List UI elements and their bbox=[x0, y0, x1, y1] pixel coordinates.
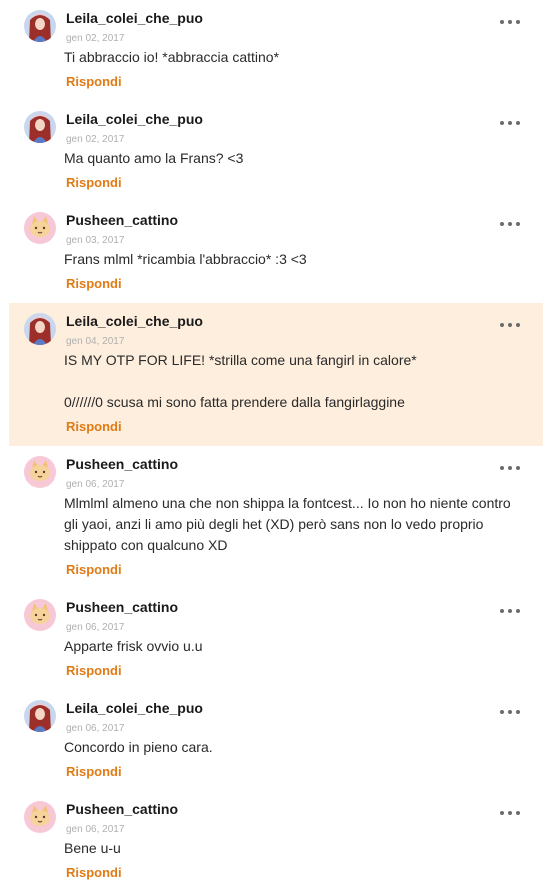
comment-item: Pusheen_cattino gen 03, 2017 Frans mlml … bbox=[9, 202, 543, 303]
comment-item: Pusheen_cattino gen 06, 2017 Apparte fri… bbox=[9, 589, 543, 690]
reply-button[interactable]: Rispondi bbox=[66, 764, 122, 779]
more-options-icon[interactable] bbox=[500, 16, 520, 28]
comment-text: Ma quanto amo la Frans? <3 bbox=[64, 150, 244, 166]
pusheen-avatar-icon bbox=[24, 599, 56, 631]
username[interactable]: Pusheen_cattino bbox=[66, 599, 178, 615]
user-avatar[interactable] bbox=[24, 111, 56, 143]
comment-date: gen 02, 2017 bbox=[66, 134, 125, 145]
comment-text: Ti abbraccio io! *abbraccia cattino* bbox=[64, 49, 280, 65]
more-options-icon[interactable] bbox=[500, 117, 520, 129]
leila-avatar-icon bbox=[24, 700, 56, 732]
user-avatar[interactable] bbox=[24, 456, 56, 488]
comment-item: Leila_colei_che_puo gen 02, 2017 Ma quan… bbox=[9, 101, 543, 202]
reply-button[interactable]: Rispondi bbox=[66, 865, 122, 880]
pusheen-avatar-icon bbox=[24, 456, 56, 488]
username[interactable]: Leila_colei_che_puo bbox=[66, 10, 203, 26]
comment-text: IS MY OTP FOR LIFE! *strilla come una fa… bbox=[64, 352, 417, 410]
reply-button[interactable]: Rispondi bbox=[66, 663, 122, 678]
leila-avatar-icon bbox=[24, 313, 56, 345]
reply-button[interactable]: Rispondi bbox=[66, 276, 122, 291]
reply-button[interactable]: Rispondi bbox=[66, 419, 122, 434]
user-avatar[interactable] bbox=[24, 313, 56, 345]
comment-item: Pusheen_cattino gen 06, 2017 Mlmlml alme… bbox=[9, 446, 543, 589]
comment-item: Leila_colei_che_puo gen 06, 2017 Concord… bbox=[9, 690, 543, 791]
leila-avatar-icon bbox=[24, 111, 56, 143]
user-avatar[interactable] bbox=[24, 599, 56, 631]
comment-item: Leila_colei_che_puo gen 02, 2017 Ti abbr… bbox=[9, 0, 543, 101]
pusheen-avatar-icon bbox=[24, 801, 56, 833]
comment-text: Bene u-u bbox=[64, 840, 121, 856]
comment-item-highlighted: Leila_colei_che_puo gen 04, 2017 IS MY O… bbox=[9, 303, 543, 446]
user-avatar[interactable] bbox=[24, 10, 56, 42]
comment-date: gen 06, 2017 bbox=[66, 622, 125, 633]
comment-date: gen 06, 2017 bbox=[66, 479, 125, 490]
comment-text: Apparte frisk ovvio u.u bbox=[64, 638, 203, 654]
more-options-icon[interactable] bbox=[500, 462, 520, 474]
leila-avatar-icon bbox=[24, 10, 56, 42]
comment-item: Pusheen_cattino gen 06, 2017 Bene u-u Ri… bbox=[9, 791, 543, 892]
more-options-icon[interactable] bbox=[500, 605, 520, 617]
comment-text: Mlmlml almeno una che non shippa la font… bbox=[64, 495, 515, 553]
more-options-icon[interactable] bbox=[500, 807, 520, 819]
username[interactable]: Pusheen_cattino bbox=[66, 801, 178, 817]
comment-text: Frans mlml *ricambia l'abbraccio* :3 <3 bbox=[64, 251, 307, 267]
user-avatar[interactable] bbox=[24, 700, 56, 732]
comment-date: gen 02, 2017 bbox=[66, 33, 125, 44]
comment-date: gen 04, 2017 bbox=[66, 336, 125, 347]
reply-button[interactable]: Rispondi bbox=[66, 562, 122, 577]
reply-button[interactable]: Rispondi bbox=[66, 74, 122, 89]
comment-date: gen 06, 2017 bbox=[66, 824, 125, 835]
comment-list: Leila_colei_che_puo gen 02, 2017 Ti abbr… bbox=[0, 0, 555, 892]
username[interactable]: Leila_colei_che_puo bbox=[66, 313, 203, 329]
username[interactable]: Pusheen_cattino bbox=[66, 456, 178, 472]
username[interactable]: Pusheen_cattino bbox=[66, 212, 178, 228]
user-avatar[interactable] bbox=[24, 801, 56, 833]
reply-button[interactable]: Rispondi bbox=[66, 175, 122, 190]
more-options-icon[interactable] bbox=[500, 706, 520, 718]
comment-date: gen 03, 2017 bbox=[66, 235, 125, 246]
more-options-icon[interactable] bbox=[500, 218, 520, 230]
pusheen-avatar-icon bbox=[24, 212, 56, 244]
comment-text: Concordo in pieno cara. bbox=[64, 739, 213, 755]
user-avatar[interactable] bbox=[24, 212, 56, 244]
more-options-icon[interactable] bbox=[500, 319, 520, 331]
username[interactable]: Leila_colei_che_puo bbox=[66, 700, 203, 716]
username[interactable]: Leila_colei_che_puo bbox=[66, 111, 203, 127]
comment-date: gen 06, 2017 bbox=[66, 723, 125, 734]
